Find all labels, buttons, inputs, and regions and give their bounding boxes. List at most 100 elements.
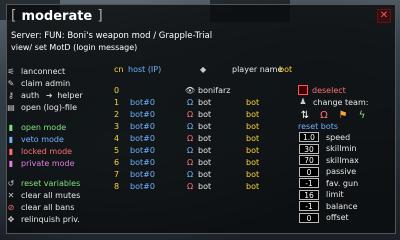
open-mode-item[interactable]: ▮ open mode [6,122,66,133]
setting-speed-input[interactable]: 1.0 [299,132,319,142]
row-host: bot#0 [130,145,155,155]
reset-icon: ↺ [7,178,15,188]
row-host: bot#0 [130,109,155,119]
open-log-label: open (log)-file [21,103,78,112]
setting-label: skillmax [326,155,359,165]
reset-bots-button[interactable]: reset bots [298,122,338,131]
server-info: Server: FUN: Boni's weapon mod / Grapple… [11,31,213,41]
setting-label: passive [326,167,357,176]
relinquish-item[interactable]: ✥ relinquish priv. [6,214,80,225]
team-spect-icon[interactable]: ⚑ [336,110,350,122]
auth-label: auth [21,91,40,100]
team-buttons: ⇅ Ω ⚑ ϟ [298,110,369,122]
team-blue-icon: Ω [186,97,194,107]
row-player-name: bot [198,157,212,167]
setting-skillmin-input[interactable]: 30 [299,143,319,154]
setting-fav-gun-input[interactable]: -1 [299,178,319,188]
row-type: bot [246,169,260,179]
relinquish-label: relinquish priv. [21,215,80,224]
clear-mutes-label: clear all mutes [21,191,81,200]
table-row[interactable]: 7 bot#0 Ωbot bot [114,168,276,180]
team-red-icon: Ω [186,181,194,191]
lanconnect-item[interactable]: ⚟ lanconnect [6,66,65,77]
deselect-button[interactable]: deselect [298,85,346,95]
row-cn: 0 [114,85,120,95]
clear-mutes-item[interactable]: ✕ clear all mutes [6,190,81,201]
team-red-icon: Ω [186,157,194,167]
row-type: bot [246,109,260,119]
veto-mode-item[interactable]: ▮ veto mode [6,134,64,145]
clear-bans-label: clear all bans [21,203,75,212]
relinquish-icon: ✥ [7,214,15,224]
auth-item[interactable]: ⚷ auth ➜ helper [6,90,83,101]
title-bracket-left: [ [9,8,18,24]
open-log-item[interactable]: ▤ open (log)-file [6,102,77,113]
row-host: bot#0 [130,169,155,179]
setting-balance-input[interactable]: -1 [299,201,319,211]
table-row[interactable]: 6 bot#0 Ωbot bot [114,156,276,168]
row-player-name: bot [198,145,212,155]
veto-mode-label: veto mode [21,135,64,144]
claim-admin-item[interactable]: ✎ claim admin [6,78,71,89]
row-player-name: bot [198,169,212,179]
team-blue-icon: Ω [186,145,194,155]
row-type: bot [246,97,260,107]
row-cn: 8 [114,181,120,191]
setting-label: skillmin [326,144,357,153]
team-rvsf-icon[interactable]: Ω [317,110,331,122]
setting-label: fav. gun [326,178,359,188]
plug-icon: ⚟ [7,66,15,76]
setting-offset-input[interactable]: 0 [299,212,319,223]
eye-icon: 👁 [184,85,196,95]
clear-bans-item[interactable]: ⊘ clear all bans [6,202,75,213]
lock-icon: ▮ [8,146,14,156]
locked-mode-label: locked mode [21,147,73,156]
table-row[interactable]: 4 bot#0 Ωbot bot [114,132,276,144]
column-cn: cn [114,65,124,74]
deselect-icon [298,85,308,95]
table-row[interactable]: 0 👁 bonifarz [114,84,276,96]
row-cn: 5 [114,145,120,155]
table-row[interactable]: 8 bot#0 Ωbot bot [114,180,276,192]
door-icon: ▮ [8,122,14,132]
door-icon: ▮ [8,134,14,144]
setting-label: balance [326,201,358,211]
team-icon: ♟ [299,97,307,106]
row-player-name: bot [198,181,212,191]
column-player-name: player name [232,65,283,74]
row-type: bot [246,181,260,191]
row-host: bot#0 [130,181,155,191]
team-red-icon: Ω [186,109,194,119]
team-swap-icon[interactable]: ⇅ [298,110,312,122]
row-cn: 4 [114,133,120,143]
setting-skillmax-input[interactable]: 70 [299,155,319,165]
dialog-titlebar: [ moderate ] [9,7,105,25]
close-button[interactable]: ✕ [377,9,391,23]
row-host: bot#0 [130,157,155,167]
row-cn: 2 [114,109,120,119]
setting-limit-input[interactable]: 16 [299,189,319,200]
table-row[interactable]: 1 bot#0 Ωbot bot [114,96,276,108]
helper-label[interactable]: helper [57,91,83,100]
setting-passive-input[interactable]: 0 [299,166,319,177]
motd-link[interactable]: view/ set MotD (login message) [11,43,137,52]
ban-icon: ⊘ [7,202,15,212]
table-row[interactable]: 3 bot#0 Ωbot bot [114,120,276,132]
team-red-icon: Ω [186,133,194,143]
setting-label: limit [326,190,344,199]
locked-mode-item[interactable]: ▮ locked mode [6,146,72,157]
team-cla-icon[interactable]: ϟ [355,110,369,122]
table-row[interactable]: 5 bot#0 Ωbot bot [114,144,276,156]
private-mode-item[interactable]: ▮ private mode [6,158,75,169]
team-column-icon: ◆ [200,65,207,74]
claim-admin-label: claim admin [21,79,71,88]
table-row[interactable]: 2 bot#0 Ωbot bot [114,108,276,120]
private-mode-label: private mode [21,159,75,168]
setting-label: speed [326,132,351,142]
column-type: bot [279,65,293,74]
row-host: bot#0 [130,121,155,131]
arrow-right-icon: ➜ [45,90,53,100]
row-host: bot#0 [130,97,155,107]
reset-variables-item[interactable]: ↺ reset variables [6,178,81,189]
pencil-icon: ✎ [7,78,15,88]
